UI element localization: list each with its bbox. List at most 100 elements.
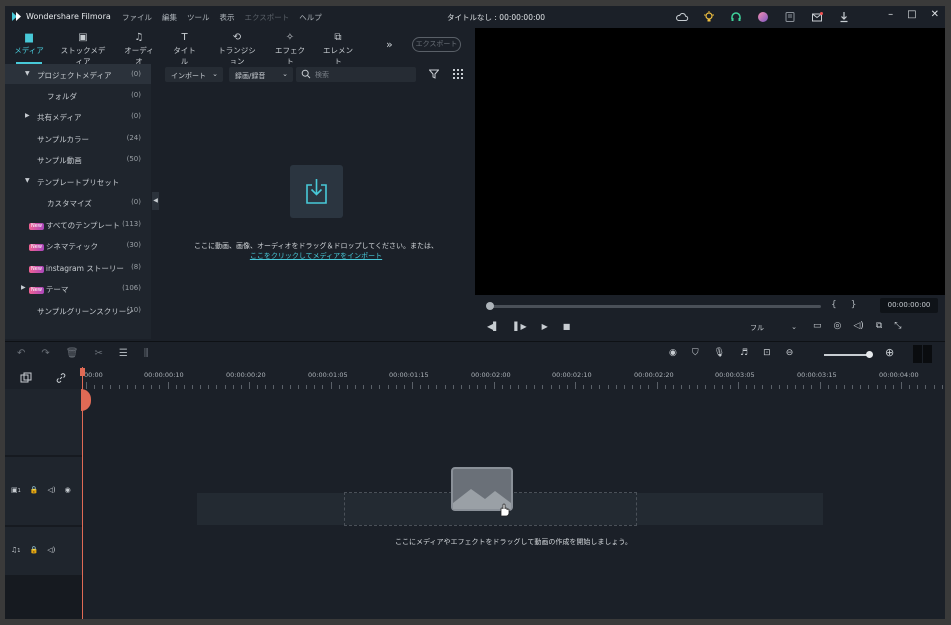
headset-icon[interactable] [729,10,743,24]
sidebar-item-sample-video[interactable]: サンプル動画 (50) [5,149,151,169]
menu-tools[interactable]: ツール [187,12,210,23]
sidebar-item-label: テーマ [45,285,69,294]
sidebar-item-count: (10) [126,306,141,314]
preview-player[interactable] [475,28,945,295]
minimize-icon[interactable]: – [888,9,893,20]
menu-view[interactable]: 表示 [220,12,235,23]
sidebar-item-theme[interactable]: ▶ New テーマ (106) [5,278,151,298]
sidebar-item-sample-color[interactable]: サンプルカラー (24) [5,128,151,148]
sidebar-item-instagram-story[interactable]: New instagram ストーリー (8) [5,257,151,277]
timeline-ruler[interactable]: 00:00 00:00:00:10 00:00:00:20 00:00:01:0… [82,367,945,389]
display-icon[interactable]: ▭ [813,321,822,331]
tab-stock-media[interactable]: ▣ ストックメディア [59,31,107,67]
render-icon[interactable]: ◉ [669,348,677,358]
maximize-icon[interactable]: □ [907,9,916,20]
audio-wave-icon[interactable]: ⫼ [144,348,149,359]
menu-export[interactable]: エクスポート [245,12,290,23]
mail-icon[interactable] [810,10,824,24]
filter-icon[interactable] [429,69,439,79]
zoom-in-icon[interactable]: ⊕ [885,346,894,359]
stop-icon[interactable]: ■ [563,322,571,331]
video-track-number: 1 [17,488,21,494]
cut-icon[interactable]: ✂ [94,348,102,359]
scrubber-handle[interactable] [486,302,494,310]
tab-transition-label: トランジション [218,46,256,66]
export-button[interactable]: エクスポート [412,37,461,52]
menu-file[interactable]: ファイル [122,12,152,23]
sidebar-item-cinematic[interactable]: New シネマティック (30) [5,235,151,255]
grid-view-icon[interactable] [453,69,463,79]
close-icon[interactable]: ✕ [931,9,939,20]
save-icon[interactable] [783,10,797,24]
zoom-out-icon[interactable]: ⊖ [786,348,794,358]
mic-icon[interactable]: 🎙 [714,348,725,358]
sidebar-item-sample-green-screen[interactable]: サンプルグリーンスクリーン (10) [5,300,151,320]
bulb-icon[interactable] [702,10,716,24]
timeline-tracks[interactable]: ここにメディアやエフェクトをドラッグして動画の作成を開始しましょう。 [82,389,945,619]
zoom-slider-handle[interactable] [866,351,873,358]
tab-title-label: タイトル [173,46,196,66]
folder-icon: ▆ [25,32,33,43]
adjust-icon[interactable]: ☰ [119,348,128,359]
step-back-icon[interactable]: ◀▌ [487,322,499,331]
menu-edit[interactable]: 編集 [162,12,177,23]
collapse-sidebar-icon[interactable]: ◀ [152,192,159,210]
import-link[interactable]: ここをクリックしてメディアをインポート [159,251,473,261]
link-icon[interactable] [55,372,67,384]
audio-mix-icon[interactable]: ♬ [740,348,748,358]
playhead-top[interactable] [80,368,85,376]
layout-icon[interactable] [913,345,922,363]
expand-down-icon: ▼ [25,70,30,77]
tab-transition[interactable]: ⟲ トランジション [215,31,259,67]
avatar-icon[interactable] [756,10,770,24]
eye-icon[interactable]: ◉ [65,486,71,494]
cloud-icon[interactable] [675,10,689,24]
sidebar-item-folder[interactable]: フォルダ (0) [5,85,151,105]
download-icon[interactable] [837,10,851,24]
preview-controls: {} 00:00:00:00 ◀▌ ▌▶ ▶ ■ フル ⌄ ▭ ◎ ◁) ⧉ ⤡ [475,295,945,339]
import-media-button[interactable] [290,165,343,218]
menu-help[interactable]: ヘルプ [299,12,322,23]
lock-icon[interactable]: 🔒 [30,486,39,494]
undo-icon[interactable]: ↶ [17,348,25,359]
fullscreen-icon[interactable]: ⤡ [894,321,901,331]
quality-dropdown[interactable]: フル ⌄ [746,320,800,334]
volume-icon[interactable]: ◁) [853,321,863,331]
sidebar-item-label: 共有メディア [37,113,82,122]
mark-in-out-icon[interactable]: {} [831,300,870,310]
lock-icon[interactable]: 🔒 [29,546,38,554]
tab-element[interactable]: ⧉ エレメント [321,31,355,67]
mute-icon[interactable]: ◁) [47,546,55,554]
add-track-icon[interactable] [20,372,32,384]
fit-icon[interactable]: ⊡ [763,348,771,358]
redo-icon[interactable]: ↷ [41,348,49,359]
step-forward-icon[interactable]: ▌▶ [514,322,526,331]
layout-icon[interactable] [923,345,932,363]
sidebar-item-project-media[interactable]: ▼ プロジェクトメディア (0) [5,64,151,84]
drop-instruction: ここにメディアやエフェクトをドラッグして動画の作成を開始しましょう。 [395,538,632,546]
snapshot-icon[interactable]: ◎ [834,321,842,331]
mute-icon[interactable]: ◁) [48,486,56,494]
preview-scrubber[interactable] [486,302,821,310]
record-dropdown[interactable]: 録画/録音 ⌄ [229,67,293,82]
tab-title[interactable]: T タイトル [171,31,198,67]
sidebar-item-customize[interactable]: カスタマイズ (0) [5,192,151,212]
import-dropdown[interactable]: インポート ⌄ [165,67,223,82]
tab-effect[interactable]: ✧ エフェクト [274,31,306,67]
more-tabs-icon[interactable]: » [386,38,393,51]
new-badge: New [29,266,44,273]
search-input[interactable] [315,69,410,80]
sidebar-item-template-preset[interactable]: ▼ テンプレートプリセット [5,171,151,191]
tab-audio[interactable]: ♫ オーディオ [123,31,155,67]
pip-icon[interactable]: ⧉ [876,321,882,331]
zoom-slider[interactable] [824,354,869,356]
track-header-empty [5,389,82,455]
play-icon[interactable]: ▶ [542,322,548,331]
ruler-label: 00:00:03:15 [797,371,837,379]
marker-icon[interactable]: ⛉ [692,348,699,358]
delete-icon[interactable]: 🗑 [66,348,79,359]
music-icon: ♫ [134,32,144,43]
sidebar-item-all-templates[interactable]: New すべてのテンプレート (113) [5,214,151,234]
tab-media[interactable]: ▆ メディア [14,31,44,64]
sidebar-item-shared-media[interactable]: ▶ 共有メディア (0) [5,106,151,126]
